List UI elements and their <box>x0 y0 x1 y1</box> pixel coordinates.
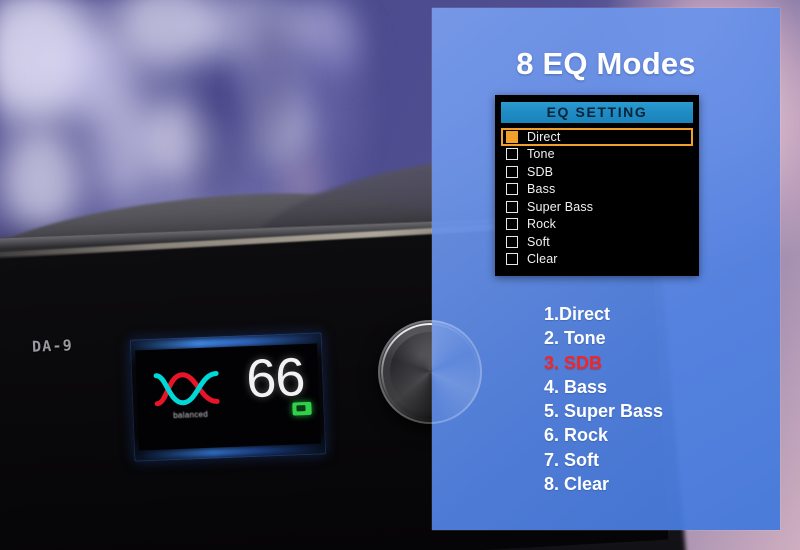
eq-menu-item-super-bass[interactable]: Super Bass <box>501 198 693 216</box>
eq-menu-item-sdb[interactable]: SDB <box>501 163 693 181</box>
eq-menu-item-label: Direct <box>527 129 561 144</box>
display-status-badge-icon <box>292 401 312 416</box>
checkbox-empty-icon <box>506 235 518 248</box>
checkbox-empty-icon <box>506 253 518 266</box>
eq-menu-item-rock[interactable]: Rock <box>501 216 693 234</box>
list-item: 2. Tone <box>544 328 606 349</box>
eq-menu-item-label: Super Bass <box>527 199 594 214</box>
eq-menu-item-label: SDB <box>527 164 554 179</box>
checkbox-empty-icon <box>506 148 518 161</box>
list-item: 8. Clear <box>544 474 610 495</box>
list-item: 6. Rock <box>544 425 609 446</box>
balanced-wave-icon <box>153 370 220 407</box>
eq-menu-item-label: Bass <box>527 182 556 197</box>
eq-menu-item-direct[interactable]: Direct <box>501 128 693 146</box>
checkbox-empty-icon <box>506 165 518 178</box>
display-inner: balanced 66 <box>135 343 321 451</box>
display-mode-label: balanced <box>173 409 209 421</box>
eq-menu-item-label: Tone <box>527 147 555 162</box>
eq-menu-item-label: Soft <box>527 234 550 249</box>
eq-menu-item-tone[interactable]: Tone <box>501 146 693 164</box>
eq-menu-item-clear[interactable]: Clear <box>501 251 693 269</box>
list-item: 1.Direct <box>544 304 611 324</box>
list-item: 3. SDB <box>544 352 603 373</box>
device-brand-label: DA-9 <box>31 336 74 356</box>
checkbox-checked-icon <box>506 130 518 143</box>
info-panel: 8 EQ Modes EQ SETTING Direct Tone SDB Ba… <box>378 8 780 530</box>
checkbox-empty-icon <box>506 218 518 231</box>
checkbox-empty-icon <box>506 183 518 196</box>
list-item: 7. Soft <box>544 449 600 470</box>
display-volume-value: 66 <box>245 347 306 410</box>
eq-setting-menu[interactable]: EQ SETTING Direct Tone SDB Bass Super Ba… <box>495 95 699 276</box>
eq-menu-item-bass[interactable]: Bass <box>501 181 693 199</box>
eq-menu-header: EQ SETTING <box>501 102 693 123</box>
eq-menu-item-label: Rock <box>527 217 557 232</box>
eq-mode-numbered-list: 1.Direct 2. Tone 3. SDB 4. Bass 5. Super… <box>544 302 663 496</box>
eq-menu-item-soft[interactable]: Soft <box>501 233 693 251</box>
eq-menu-item-label: Clear <box>527 252 558 267</box>
screenshot-root: DA-9 balanced 66 8 EQ Modes EQ SETTING D… <box>0 0 800 550</box>
list-item: 5. Super Bass <box>544 401 664 422</box>
checkbox-empty-icon <box>506 200 518 213</box>
page-title: 8 EQ Modes <box>516 46 696 81</box>
eq-menu-list: Direct Tone SDB Bass Super Bass Rock Sof… <box>501 128 693 268</box>
device-display: balanced 66 <box>129 332 327 462</box>
list-item: 4. Bass <box>544 376 608 397</box>
